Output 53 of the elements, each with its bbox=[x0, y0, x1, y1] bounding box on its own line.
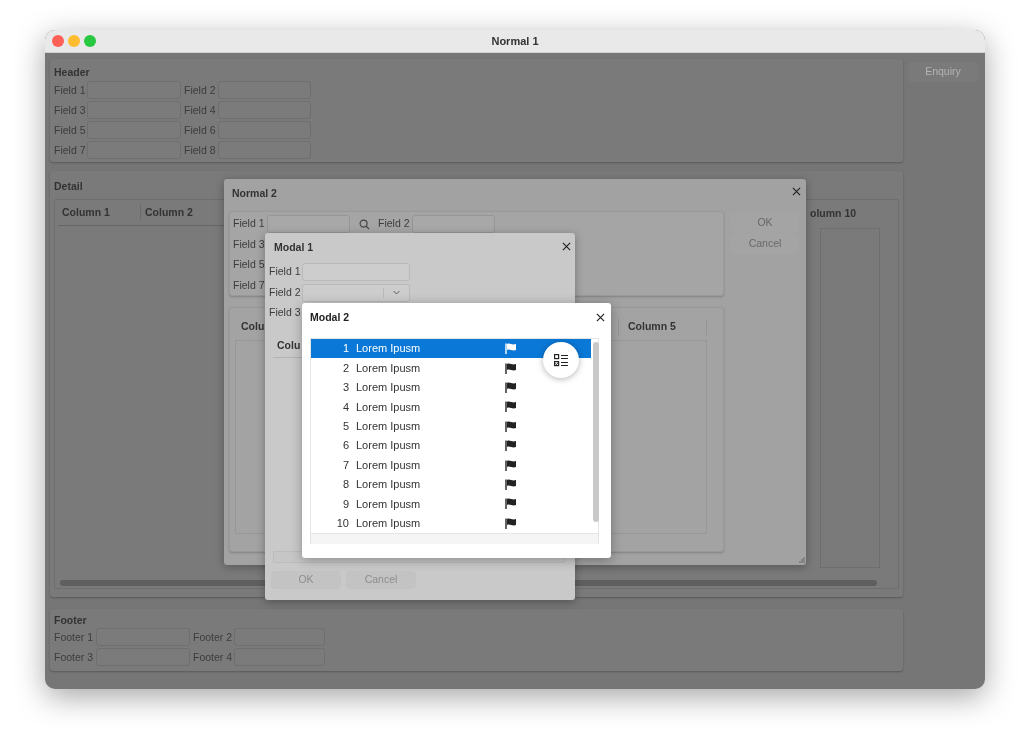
row-text: Lorem Ipusm bbox=[356, 457, 422, 473]
field-label: Field 1 bbox=[269, 264, 302, 280]
column-header: Column 5 bbox=[618, 319, 707, 335]
column-header: Column 2 bbox=[140, 204, 193, 221]
row-text: Lorem Ipusm bbox=[356, 380, 422, 396]
row-text: Lorem Ipusm bbox=[356, 419, 422, 434]
row-number: 2 bbox=[341, 360, 349, 376]
field-label: Footer 3 bbox=[54, 650, 95, 665]
row-number: 4 bbox=[341, 399, 349, 415]
row-number: 7 bbox=[341, 457, 349, 473]
window-title: Normal 1 bbox=[491, 33, 539, 49]
row-text: Lorem Ipusm bbox=[356, 341, 422, 357]
field-label: Field 7 bbox=[233, 278, 265, 293]
row-text: Lorem Ipusm bbox=[356, 496, 422, 512]
column-header: Colu bbox=[241, 319, 265, 334]
field-label: Field 3 bbox=[269, 305, 302, 321]
row-number: 8 bbox=[341, 477, 349, 493]
row-number: 3 bbox=[341, 380, 349, 396]
column-header: Colu bbox=[277, 338, 301, 353]
section-title: Detail bbox=[54, 179, 83, 193]
row-text: Lorem Ipusm bbox=[356, 438, 422, 454]
field-label: Footer 4 bbox=[193, 650, 234, 665]
field-label: Field 6 bbox=[184, 123, 217, 138]
field-label: Field 3 bbox=[233, 237, 265, 252]
field-label: Field 1 bbox=[54, 83, 87, 98]
column-header: Column 1 bbox=[61, 204, 111, 220]
dialog-title: Normal 2 bbox=[232, 186, 277, 201]
column-header: olumn 10 bbox=[810, 206, 857, 221]
row-number: 6 bbox=[341, 438, 349, 454]
row-number: 1 bbox=[341, 341, 349, 357]
row-text: Lorem Ipusm bbox=[356, 399, 422, 415]
field-label: Field 5 bbox=[54, 123, 87, 138]
field-label: Field 2 bbox=[378, 216, 411, 232]
dialog-title: Modal 1 bbox=[274, 240, 314, 255]
field-label: Field 3 bbox=[54, 103, 87, 118]
field-label: Footer 1 bbox=[54, 630, 95, 645]
dialog-title: Modal 2 bbox=[310, 310, 350, 325]
row-text: Lorem Ipusm bbox=[356, 515, 422, 531]
field-label: Field 2 bbox=[184, 83, 217, 98]
row-text: Lorem Ipusm bbox=[356, 360, 422, 376]
field-label: Field 7 bbox=[54, 143, 87, 158]
field-label: Field 4 bbox=[184, 103, 217, 118]
row-text: Lorem Ipusm bbox=[356, 477, 422, 493]
field-label: Field 1 bbox=[233, 216, 266, 232]
field-label: Field 8 bbox=[184, 143, 217, 158]
section-title: Header bbox=[54, 65, 91, 79]
field-label: Field 2 bbox=[269, 284, 302, 300]
row-number: 9 bbox=[341, 496, 349, 512]
row-number: 10 bbox=[335, 515, 349, 531]
field-label: Footer 2 bbox=[193, 630, 234, 645]
section-title: Footer bbox=[54, 613, 88, 627]
row-number: 5 bbox=[341, 419, 349, 434]
field-label: Field 5 bbox=[233, 257, 265, 272]
